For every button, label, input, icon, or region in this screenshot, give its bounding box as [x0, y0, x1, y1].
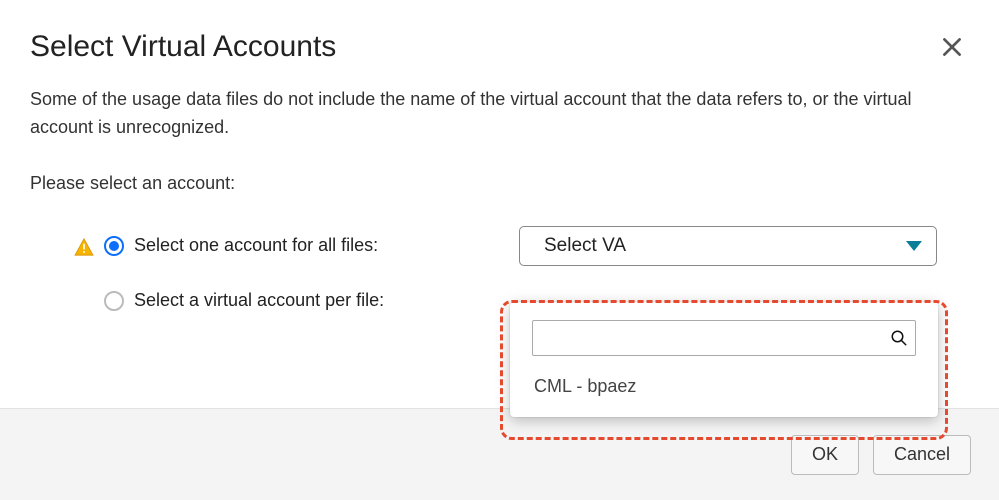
- select-virtual-accounts-dialog: Select Virtual Accounts Some of the usag…: [0, 0, 999, 500]
- dialog-body: Some of the usage data files do not incl…: [0, 80, 999, 320]
- option-label: Select one account for all files:: [134, 232, 378, 260]
- dialog-description: Some of the usage data files do not incl…: [30, 86, 969, 142]
- va-dropdown-panel: CML - bpaez: [510, 302, 938, 417]
- warning-icon: [74, 237, 94, 255]
- cancel-button[interactable]: Cancel: [873, 435, 971, 475]
- radio-one-account[interactable]: [104, 236, 124, 256]
- dialog-prompt: Please select an account:: [30, 170, 969, 198]
- dialog-title: Select Virtual Accounts: [30, 30, 336, 64]
- close-icon[interactable]: [935, 30, 969, 70]
- va-option-cml-bpaez[interactable]: CML - bpaez: [532, 372, 916, 401]
- icon-spacer: [74, 292, 94, 310]
- ok-button[interactable]: OK: [791, 435, 859, 475]
- select-va-dropdown[interactable]: Select VA: [519, 226, 937, 266]
- radio-per-file[interactable]: [104, 291, 124, 311]
- va-search-input[interactable]: [532, 320, 916, 356]
- option-one-account-all-files: Select one account for all files: Select…: [74, 226, 969, 266]
- select-va-value: Select VA: [544, 231, 626, 260]
- search-icon: [890, 329, 908, 347]
- va-search-wrap: [532, 320, 916, 356]
- chevron-down-icon: [906, 241, 922, 251]
- dialog-header: Select Virtual Accounts: [0, 0, 999, 80]
- dialog-footer: OK Cancel: [0, 408, 999, 500]
- option-label: Select a virtual account per file:: [134, 287, 384, 315]
